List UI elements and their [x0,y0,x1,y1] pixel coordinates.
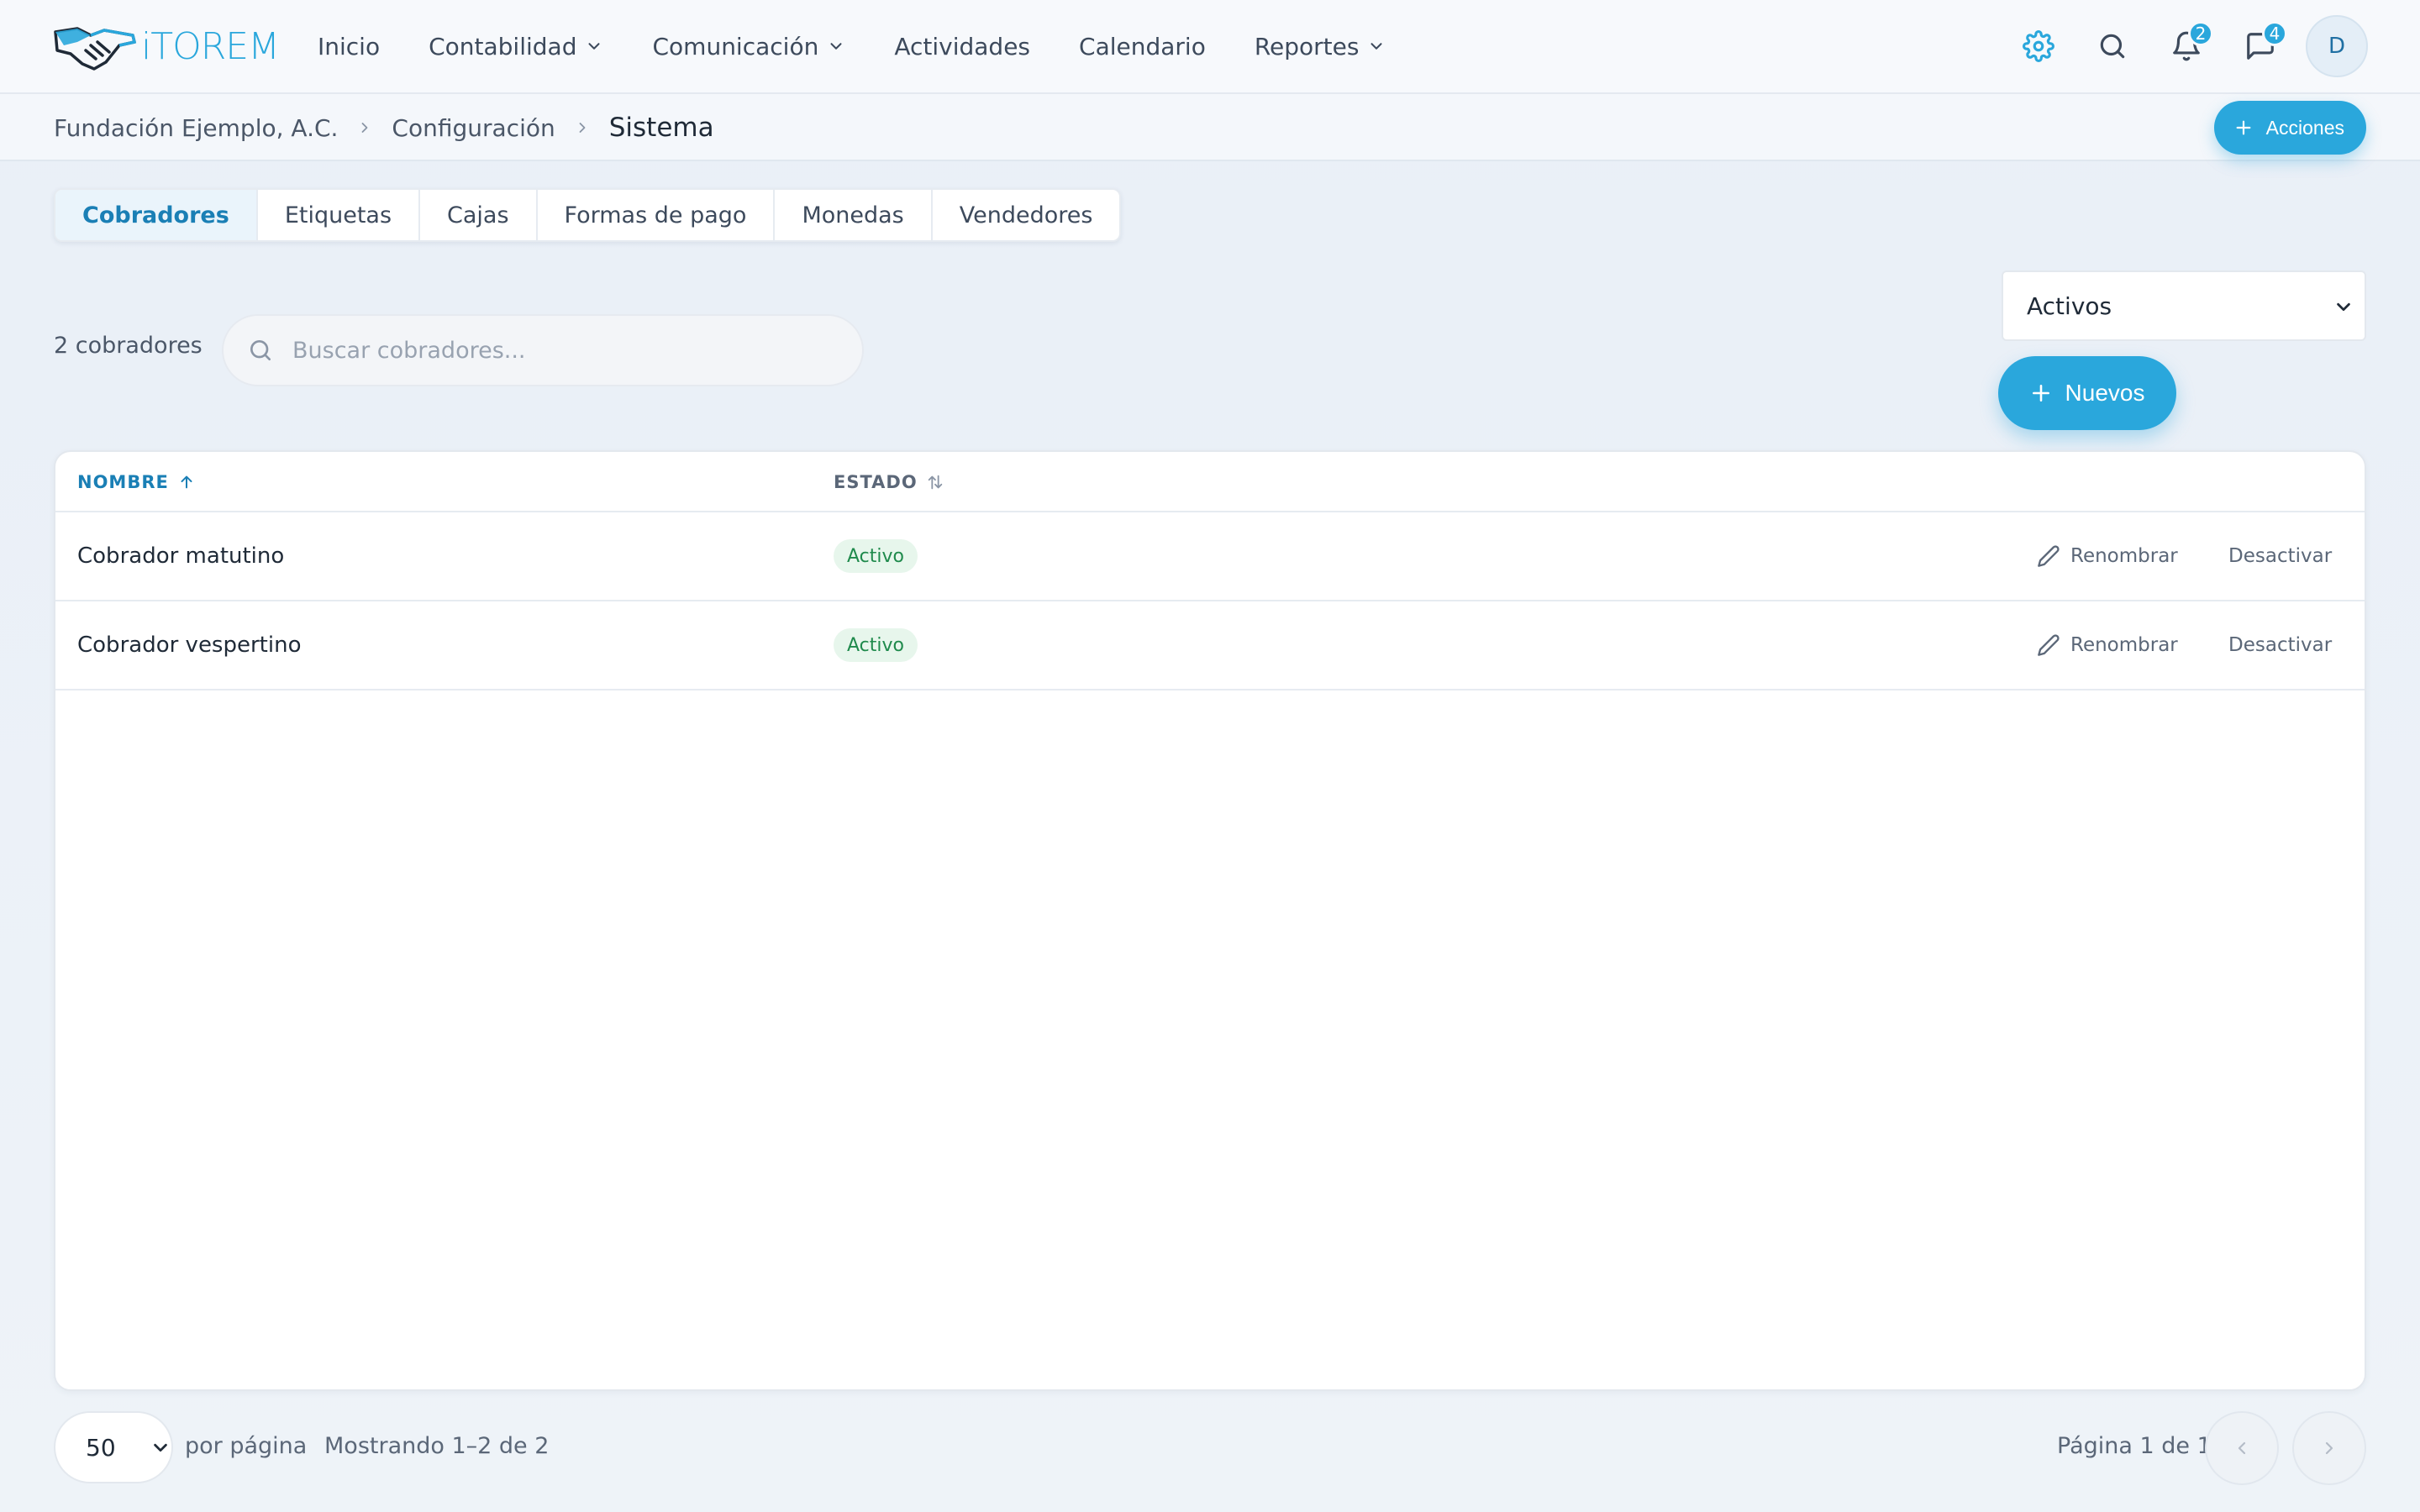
table-row: Cobrador vespertino Activo Renombrar Des… [55,601,2365,690]
tab-monedas[interactable]: Monedas [775,190,933,240]
brand-name: iTOREM [141,24,280,68]
rename-label: Renombrar [2070,545,2178,567]
nav-item-label: Comunicación [652,32,819,60]
nav-item-contabilidad[interactable]: Contabilidad [429,33,603,60]
records-count: 2 cobradores [54,333,203,359]
breadcrumb: Fundación Ejemplo, A.C. Configuración Si… [54,94,714,161]
main-nav: Inicio Contabilidad Comunicación Activid… [318,0,1434,92]
nav-item-label: Actividades [894,32,1031,60]
column-header-estado[interactable]: ESTADO [834,452,944,512]
status-badge: Activo [834,628,918,662]
nav-item-calendario[interactable]: Calendario [1079,33,1206,60]
messages-button[interactable]: 4 [2238,21,2287,68]
deactivate-button[interactable]: Desactivar [2228,512,2332,600]
arrow-up-icon [181,475,192,489]
handshake-logo-icon [54,27,137,71]
sort-icon [928,475,942,490]
top-icon-bar: 2 4 D [1986,15,2368,77]
acciones-button[interactable]: Acciones [2213,101,2366,155]
acciones-label: Acciones [2265,116,2344,139]
settings-button[interactable] [2017,24,2060,68]
rename-label: Renombrar [2070,634,2178,656]
chevron-right-icon [579,123,586,133]
breadcrumb-bar: Fundación Ejemplo, A.C. Configuración Si… [0,94,2420,161]
deactivate-button[interactable]: Desactivar [2228,601,2332,689]
user-avatar[interactable]: D [2306,15,2368,77]
nav-item-label: Reportes [1254,32,1360,60]
per-page-label: por página [185,1433,308,1459]
tab-etiquetas[interactable]: Etiquetas [258,190,421,240]
top-navbar: iTOREM Inicio Contabilidad Comunicación … [0,0,2420,94]
status-badge: Activo [834,539,918,573]
breadcrumb-current: Sistema [608,113,714,143]
search-box [222,314,864,386]
previous-page-button[interactable] [2205,1411,2279,1485]
table-row: Cobrador matutino Activo Renombrar Desac… [55,512,2365,601]
pencil-icon [2038,634,2060,656]
chevron-left-icon [2238,1441,2246,1455]
chevron-down-icon [830,43,842,50]
plus-icon [2236,120,2251,135]
chevron-down-icon [588,43,600,50]
cobrador-name: Cobrador vespertino [77,633,302,658]
chevron-down-icon [1370,43,1382,50]
nav-item-label: Inicio [318,32,381,60]
column-header-label: NOMBRE [77,472,169,492]
next-page-button[interactable] [2292,1411,2366,1485]
pencil-icon [2038,545,2060,567]
messages-badge: 4 [2262,21,2287,46]
chevron-right-icon [362,123,368,133]
status-filter-select[interactable]: Activos [2002,270,2366,341]
nav-item-label: Contabilidad [429,32,577,60]
tab-vendedores[interactable]: Vendedores [933,190,1120,240]
nuevos-label: Nuevos [2065,380,2145,406]
rename-button[interactable]: Renombrar [2037,601,2178,689]
search-button[interactable] [2091,24,2134,68]
tab-cajas[interactable]: Cajas [420,190,538,240]
notifications-button[interactable]: 2 [2165,21,2213,68]
notifications-badge: 2 [2188,21,2213,46]
table-header: NOMBRE ESTADO [55,452,2365,512]
gear-icon [2023,30,2054,62]
nav-item-label: Calendario [1079,32,1206,60]
nuevos-button[interactable]: Nuevos [1998,356,2176,430]
nav-item-reportes[interactable]: Reportes [1255,33,1386,60]
search-icon [250,340,271,360]
page-info: Página 1 de 1 [2057,1433,2212,1459]
breadcrumb-item-organization[interactable]: Fundación Ejemplo, A.C. [54,114,338,142]
column-header-label: ESTADO [834,472,918,492]
search-icon [2100,34,2125,59]
nav-item-comunicacion[interactable]: Comunicación [652,33,845,60]
breadcrumb-item-configuracion[interactable]: Configuración [392,114,555,142]
search-input[interactable] [292,337,847,364]
showing-range: Mostrando 1–2 de 2 [324,1433,550,1459]
settings-tabs: Cobradores Etiquetas Cajas Formas de pag… [54,188,1122,242]
nav-item-actividades[interactable]: Actividades [894,33,1030,60]
tab-formas-de-pago[interactable]: Formas de pago [538,190,776,240]
nav-item-inicio[interactable]: Inicio [318,33,380,60]
brand-logo[interactable]: iTOREM [52,17,280,76]
rename-button[interactable]: Renombrar [2037,512,2178,600]
per-page-select[interactable]: 50 [54,1411,173,1483]
chevron-right-icon [2325,1441,2333,1455]
tab-cobradores[interactable]: Cobradores [55,190,258,240]
plus-icon [2032,385,2049,402]
cobradores-table: NOMBRE ESTADO Cobrador matutino Activo R… [54,450,2366,1391]
column-header-nombre[interactable]: NOMBRE [77,452,196,512]
cobrador-name: Cobrador matutino [77,543,285,569]
